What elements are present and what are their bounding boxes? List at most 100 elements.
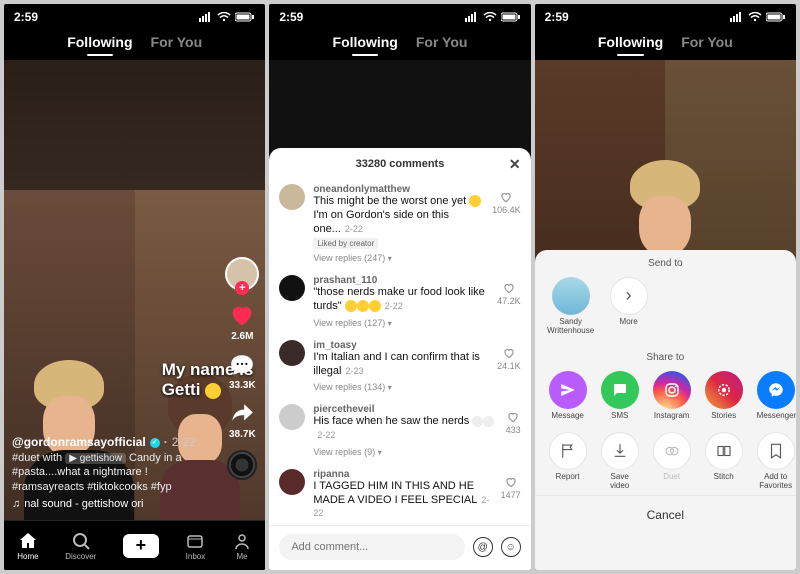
sound-row[interactable]: ♫ nal sound - gettishow ori: [12, 497, 205, 512]
share-sheet: Send to Sandy Writtenhouse › More Share …: [535, 250, 796, 570]
share-button[interactable]: 38.7K: [229, 401, 256, 440]
comment-avatar[interactable]: [279, 469, 305, 495]
clock: 2:59: [545, 10, 569, 24]
comments-list[interactable]: oneandonlymatthew This might be the wors…: [269, 178, 530, 525]
author-avatar[interactable]: [225, 257, 259, 291]
view-replies[interactable]: View replies (127) ▾: [313, 318, 489, 328]
comment-like-count: 106.4K: [492, 205, 521, 215]
comment-like-button[interactable]: 106.4K: [492, 184, 521, 263]
emoji-picker-icon[interactable]: ☺: [501, 537, 521, 557]
contact-avatar: [552, 277, 590, 315]
share-messenger[interactable]: Messenger: [757, 371, 796, 421]
message-icon: [549, 371, 587, 409]
comment-like-button[interactable]: 1477: [501, 469, 521, 521]
comment-avatar[interactable]: [279, 275, 305, 301]
send-contact[interactable]: Sandy Writtenhouse: [549, 277, 593, 336]
action-rail: 2.6M 33.3K 38.7K: [225, 257, 259, 480]
duet-left: [4, 190, 135, 570]
comment-username[interactable]: oneandonlymatthew: [313, 184, 484, 195]
comment-avatar[interactable]: [279, 184, 305, 210]
nav-discover[interactable]: Discover: [65, 531, 96, 561]
comment-row: piercetheveil His face when he saw the n…: [279, 398, 520, 463]
tab-following[interactable]: Following: [598, 34, 663, 50]
comment-date: 2-22: [317, 430, 335, 440]
comment-avatar[interactable]: [279, 404, 305, 430]
view-replies[interactable]: View replies (134) ▾: [313, 382, 489, 392]
share-instagram[interactable]: Instagram: [653, 371, 691, 421]
comment-date: 2-23: [345, 366, 363, 376]
nav-inbox[interactable]: Inbox: [185, 531, 205, 561]
comments-sheet: 33280 comments ✕ oneandonlymatthew This …: [269, 148, 530, 570]
comment-date: 2-22: [345, 224, 363, 234]
mention-icon[interactable]: @: [473, 537, 493, 557]
signal-icon: [730, 12, 744, 22]
view-replies[interactable]: View replies (9) ▾: [313, 447, 497, 457]
share-label: Message: [551, 412, 583, 421]
comment-username[interactable]: prashant_110: [313, 275, 489, 286]
send-to-title: Send to: [535, 250, 796, 273]
nav-home[interactable]: Home: [17, 531, 38, 561]
like-button[interactable]: 2.6M: [228, 301, 256, 342]
phone-feed: 2:59 Following For You My name is Getti: [4, 4, 265, 570]
comment-text: His face when he saw the nerds 2-22: [313, 415, 497, 443]
username[interactable]: @gordonramsayofficial: [12, 434, 146, 450]
video-feed[interactable]: My name is Getti 2.6M 33.3K 38.7K: [4, 60, 265, 570]
liked-by-creator-badge: Liked by creator: [313, 238, 378, 249]
wifi-icon: [217, 12, 231, 22]
like-count: 2.6M: [231, 331, 253, 342]
comment-row: ripanna I TAGGED HIM IN THIS AND HE MADE…: [279, 463, 520, 525]
share-to-title: Share to: [535, 344, 796, 367]
status-bar: 2:59: [4, 4, 265, 26]
share-label: Stories: [711, 412, 736, 421]
close-icon[interactable]: ✕: [509, 156, 521, 173]
action-duet: Duet: [653, 432, 691, 482]
view-replies[interactable]: View replies (247) ▾: [313, 253, 484, 263]
tab-following[interactable]: Following: [333, 34, 398, 50]
emoji-icon: [205, 383, 221, 399]
clock: 2:59: [279, 10, 303, 24]
action-save[interactable]: Save video: [601, 432, 639, 491]
save-icon: [601, 432, 639, 470]
comment-username[interactable]: piercetheveil: [313, 404, 497, 415]
share-message[interactable]: Message: [549, 371, 587, 421]
comment-avatar[interactable]: [279, 340, 305, 366]
wifi-icon: [748, 12, 762, 22]
fav-icon: [757, 432, 795, 470]
share-sms[interactable]: SMS: [601, 371, 639, 421]
comment-like-button[interactable]: 433: [506, 404, 521, 457]
comment-like-button[interactable]: 47.2K: [497, 275, 521, 328]
comment-row: prashant_110 "those nerds make ur food l…: [279, 269, 520, 334]
stitch-icon: [705, 432, 743, 470]
action-report[interactable]: Report: [549, 432, 587, 482]
comments-title: 33280 comments: [356, 158, 445, 170]
tab-foryou[interactable]: For You: [151, 34, 203, 50]
action-fav[interactable]: Add to Favorites: [757, 432, 795, 491]
post-date: 2-22: [172, 434, 196, 450]
nav-me[interactable]: Me: [232, 531, 252, 561]
tab-following[interactable]: Following: [67, 34, 132, 50]
feed-tabs: Following For You: [269, 26, 530, 60]
sms-icon: [601, 371, 639, 409]
music-note-icon: ♫: [12, 497, 20, 512]
action-stitch[interactable]: Stitch: [705, 432, 743, 482]
tab-foryou[interactable]: For You: [681, 34, 733, 50]
comment-username[interactable]: im_toasy: [313, 340, 489, 351]
cancel-button[interactable]: Cancel: [535, 495, 796, 536]
action-label: Stitch: [714, 473, 734, 482]
comments-button[interactable]: 33.3K: [229, 352, 256, 391]
comment-like-button[interactable]: 24.1K: [497, 340, 521, 393]
send-more[interactable]: › More: [607, 277, 651, 327]
contact-name: Sandy Writtenhouse: [547, 318, 594, 336]
report-icon: [549, 432, 587, 470]
comment-input[interactable]: [279, 534, 464, 560]
comment-like-count: 433: [506, 425, 521, 435]
tab-foryou[interactable]: For You: [416, 34, 468, 50]
share-label: SMS: [611, 412, 628, 421]
nav-create[interactable]: +: [123, 534, 159, 558]
feed-tabs: Following For You: [535, 26, 796, 60]
sound-disc[interactable]: [227, 450, 257, 480]
duet-chip[interactable]: ▶ gettishow: [65, 453, 126, 464]
comment-like-count: 47.2K: [497, 296, 521, 306]
share-stories[interactable]: Stories: [705, 371, 743, 421]
comment-username[interactable]: ripanna: [313, 469, 492, 480]
